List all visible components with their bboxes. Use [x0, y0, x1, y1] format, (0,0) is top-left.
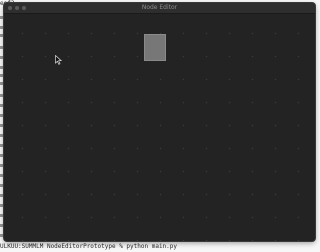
mouse-cursor-icon: [55, 55, 63, 65]
node-editor-window: Node Editor: [4, 3, 315, 241]
node-canvas[interactable]: [4, 14, 315, 241]
window-titlebar[interactable]: Node Editor: [4, 3, 315, 14]
window-title: Node Editor: [141, 4, 178, 11]
terminal-prompt-line: ULKUU:SUMMLM NodeEditorPrototype % pytho…: [0, 243, 178, 250]
node-box[interactable]: [144, 34, 166, 61]
